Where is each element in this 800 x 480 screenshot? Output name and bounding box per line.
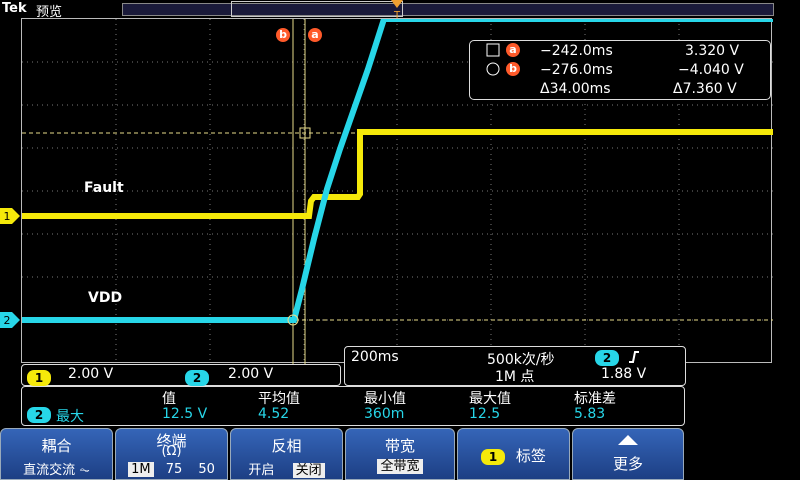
measurement-panel[interactable]: 值 平均值 最小值 最大值 标准差 2 最大 12.5 V 4.52 360m … [21, 386, 685, 426]
trigger-source-badge: 2 [595, 350, 619, 366]
invert-button[interactable]: 反相 开启 关闭 [230, 428, 343, 480]
invert-on: 开启 [248, 463, 275, 478]
cursor-a-volt: 3.320 V [685, 43, 740, 59]
ch1-badge: 1 [27, 370, 51, 386]
label-title: 标签 [515, 447, 546, 465]
svg-text:T: T [393, 10, 401, 20]
meas-name: 最大 [56, 409, 84, 425]
coupling-options: 直流交流 ⏦ [23, 463, 90, 478]
label-button[interactable]: 1 标签 [457, 428, 570, 480]
meas-header-min: 最小值 [364, 391, 406, 407]
record-overview-bar[interactable] [122, 3, 774, 16]
meas-stddev: 5.83 [574, 406, 606, 422]
termination-unit: (Ω) [161, 444, 182, 459]
cursor-b-time: −276.0ms [540, 62, 613, 78]
acquisition-panel[interactable]: 200ms 500k次/秒 1M 点 2 1.88 V [344, 346, 686, 386]
cursor-delta-volt: Δ7.360 V [673, 81, 737, 97]
termination-1m: 1M [128, 462, 154, 477]
bandwidth-value: 全带宽 [377, 459, 423, 474]
bandwidth-button[interactable]: 带宽 全带宽 [345, 428, 455, 480]
ch1-ground-marker[interactable]: 1 [0, 208, 20, 224]
channel-settings-bar[interactable]: 1 2.00 V 2 2.00 V [21, 364, 341, 386]
chevron-up-icon [573, 433, 683, 451]
coupling-button[interactable]: 耦合 直流交流 ⏦ [0, 428, 113, 480]
meas-channel-badge: 2 [27, 407, 51, 423]
meas-header-mean: 平均值 [258, 391, 300, 407]
invert-off: 关闭 [292, 463, 325, 478]
cursor-a-time: −242.0ms [540, 43, 613, 59]
meas-value: 12.5 V [162, 406, 208, 422]
cursor-b-volt: −4.040 V [678, 62, 744, 78]
bandwidth-title: 带宽 [384, 437, 415, 455]
cursor-b-icon [486, 62, 500, 78]
svg-text:2: 2 [4, 314, 11, 327]
ch1-scale: 2.00 V [68, 366, 114, 382]
meas-header-stddev: 标准差 [574, 391, 616, 407]
brand-logo: Tek [2, 1, 27, 16]
ch2-ground-marker[interactable]: 2 [0, 312, 20, 328]
ch2-badge: 2 [185, 370, 209, 386]
timebase: 200ms [351, 349, 399, 365]
ch2-scale: 2.00 V [228, 366, 274, 382]
termination-75: 75 [165, 462, 183, 477]
cursor-readout-panel[interactable]: a −242.0ms 3.320 V b −276.0ms −4.040 V Δ… [469, 40, 771, 100]
more-title: 更多 [612, 455, 643, 473]
termination-50: 50 [198, 462, 215, 477]
cursor-a-icon [486, 43, 500, 59]
record-view-window[interactable] [231, 1, 403, 17]
meas-min: 360m [364, 406, 405, 422]
label-channel-badge: 1 [481, 449, 506, 465]
cursor-b-badge: b [506, 62, 520, 76]
cursor-a-label: a [308, 23, 322, 42]
termination-button[interactable]: 终端 (Ω) 1M 75 50 [115, 428, 228, 480]
cursor-delta-time: Δ34.00ms [540, 81, 611, 97]
meas-max: 12.5 [469, 406, 501, 422]
fault-trace-label: Fault [84, 180, 124, 196]
cursor-b-label: b [276, 23, 290, 42]
trigger-level: 1.88 V [601, 366, 647, 382]
cursor-a-badge: a [506, 43, 520, 57]
coupling-title: 耦合 [41, 437, 72, 455]
meas-header-max: 最大值 [469, 391, 511, 407]
trigger-position-icon[interactable]: T [391, 0, 403, 21]
record-length: 1M 点 [495, 369, 535, 385]
meas-mean: 4.52 [258, 406, 290, 422]
vdd-trace-label: VDD [88, 290, 123, 306]
more-button[interactable]: 更多 [572, 428, 684, 480]
invert-title: 反相 [271, 437, 302, 455]
svg-text:1: 1 [4, 210, 11, 223]
meas-header-value: 值 [162, 391, 176, 407]
